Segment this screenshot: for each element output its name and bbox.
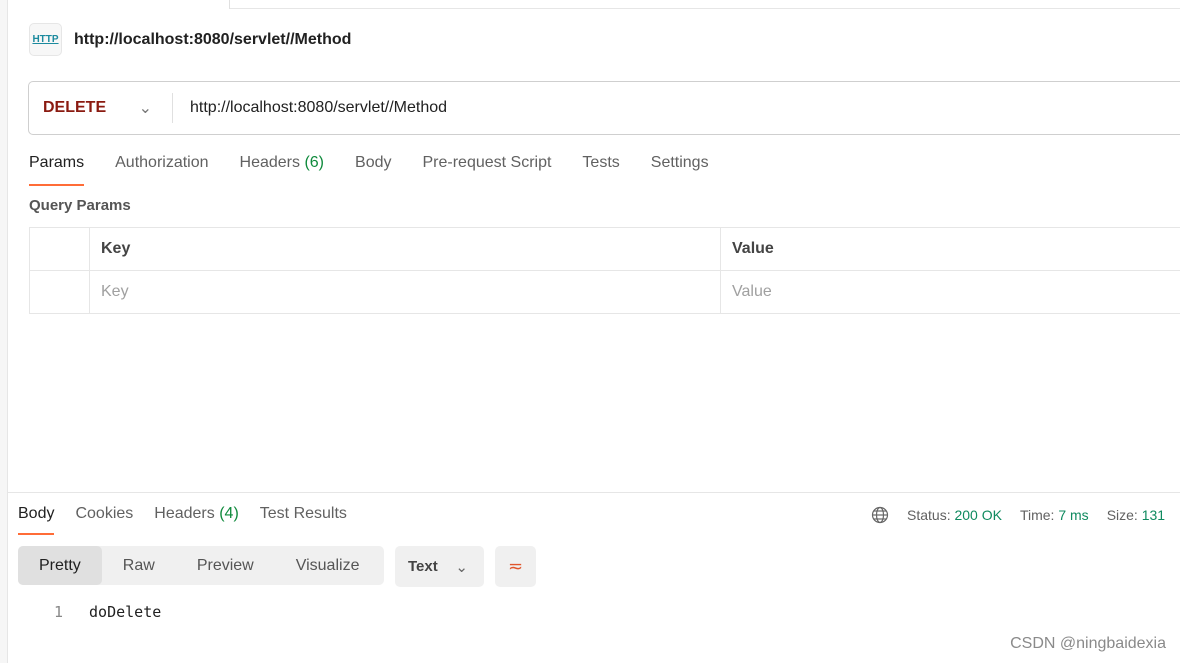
- tab-tests[interactable]: Tests: [582, 154, 619, 186]
- code-line: doDelete: [89, 603, 162, 621]
- query-params-table: Key Value Key Value: [29, 227, 1180, 314]
- chevron-down-icon: ⌄: [138, 100, 152, 117]
- view-visualize[interactable]: Visualize: [275, 546, 381, 585]
- request-tabs: Params Authorization Headers (6) Body Pr…: [29, 154, 709, 186]
- tab-params[interactable]: Params: [29, 154, 85, 186]
- response-tabs: Body Cookies Headers (4) Test Results: [18, 505, 347, 535]
- tab-label: Pre-request Script: [422, 154, 552, 171]
- headers-count: (4): [219, 505, 239, 522]
- size-value[interactable]: 131: [1142, 507, 1165, 523]
- size: Size: 131: [1107, 507, 1165, 523]
- request-header: HTTP http://localhost:8080/servlet//Meth…: [29, 23, 351, 56]
- url-bar: DELETE ⌄ http://localhost:8080/servlet//M…: [28, 81, 1180, 135]
- checkbox-column: [29, 227, 90, 271]
- query-params-title: Query Params: [29, 197, 131, 214]
- view-mode-toggle: Pretty Raw Preview Visualize: [18, 546, 384, 585]
- status: Status: 200 OK: [907, 507, 1002, 523]
- globe-icon[interactable]: [871, 506, 889, 524]
- tab-settings[interactable]: Settings: [651, 154, 709, 186]
- tab-label: Headers: [239, 154, 300, 171]
- response-status: Status: 200 OK Time: 7 ms Size: 131: [871, 506, 1165, 524]
- time-label: Time:: [1019, 507, 1055, 523]
- tab-label: Authorization: [115, 154, 209, 171]
- table-row: Key Value: [29, 270, 1180, 314]
- key-input[interactable]: Key: [89, 270, 721, 314]
- format-label: Text: [408, 558, 438, 575]
- time-value[interactable]: 7 ms: [1058, 507, 1088, 523]
- response-pane: Body Cookies Headers (4) Test Results St…: [8, 492, 1180, 663]
- response-tab-body[interactable]: Body: [18, 505, 55, 535]
- value-input[interactable]: Value: [720, 270, 1180, 314]
- request-title[interactable]: http://localhost:8080/servlet//Method: [74, 31, 351, 49]
- key-header: Key: [89, 227, 721, 271]
- watermark: CSDN @ningbaidexia: [1010, 635, 1166, 652]
- url-input[interactable]: http://localhost:8080/servlet//Method: [173, 99, 447, 117]
- tab-label: Body: [355, 154, 392, 171]
- tab-label: Cookies: [75, 505, 134, 522]
- size-label: Size:: [1106, 507, 1138, 523]
- view-raw[interactable]: Raw: [102, 546, 176, 585]
- response-tab-test-results[interactable]: Test Results: [260, 505, 347, 535]
- tab-bar-divider: [230, 8, 1180, 9]
- tab-label: Body: [18, 505, 55, 522]
- method-label: DELETE: [43, 99, 107, 116]
- tab-headers[interactable]: Headers (6): [240, 154, 325, 186]
- response-tab-headers[interactable]: Headers (4): [154, 505, 239, 535]
- status-label: Status:: [907, 507, 951, 523]
- row-checkbox[interactable]: [29, 270, 90, 314]
- value-header: Value: [720, 227, 1180, 271]
- tab-body[interactable]: Body: [355, 154, 391, 186]
- tab-label: Params: [29, 154, 85, 171]
- tab-label: Tests: [582, 154, 620, 171]
- method-select[interactable]: DELETE ⌄: [29, 93, 173, 123]
- http-icon: HTTP: [29, 23, 62, 56]
- view-pretty[interactable]: Pretty: [18, 546, 102, 585]
- sidebar-edge: [0, 0, 8, 663]
- response-body: 1 doDelete: [54, 603, 161, 621]
- table-header-row: Key Value: [29, 227, 1180, 271]
- status-value[interactable]: 200 OK: [954, 507, 1001, 523]
- headers-count: (6): [304, 154, 325, 171]
- tab-pre-request-script[interactable]: Pre-request Script: [422, 154, 551, 186]
- view-preview[interactable]: Preview: [176, 546, 275, 585]
- time: Time: 7 ms: [1020, 507, 1089, 523]
- tab-label: Headers: [154, 505, 215, 522]
- response-tab-cookies[interactable]: Cookies: [75, 505, 133, 535]
- tab-label: Test Results: [259, 505, 347, 522]
- wrap-icon: ≂: [507, 556, 524, 576]
- request-tab[interactable]: [8, 0, 230, 9]
- wrap-lines-button[interactable]: ≂: [495, 546, 536, 587]
- line-number: 1: [54, 603, 64, 621]
- format-select[interactable]: Text ⌄: [395, 546, 484, 587]
- tab-label: Settings: [650, 154, 709, 171]
- tab-authorization[interactable]: Authorization: [115, 154, 208, 186]
- chevron-down-icon: ⌄: [455, 558, 468, 576]
